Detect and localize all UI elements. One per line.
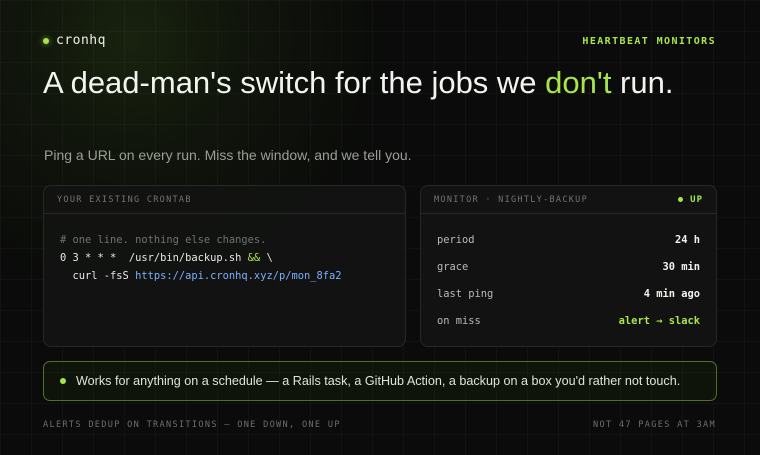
headline-text-start: A dead-man's switch for the jobs we [43,65,546,100]
crontab-card: YOUR EXISTING CRONTAB # one line. nothin… [43,185,406,347]
code-line-cron: 0 3 * * * /usr/bin/backup.sh && \ [60,249,389,267]
crontab-code-block: # one line. nothing else changes. 0 3 * *… [44,214,405,285]
footer-note-right: NOT 47 PAGES AT 3AM [592,420,716,430]
monitor-row-last-ping: last ping 4 min ago [437,280,700,307]
brand-dot-icon [43,37,49,44]
headline-text-end: run. [611,65,674,100]
crontab-card-title: YOUR EXISTING CRONTAB [57,194,192,205]
footer-note-left: ALERTS DEDUP ON TRANSITIONS — ONE DOWN, … [43,420,341,430]
brand[interactable]: cronhq [43,33,106,48]
monitor-row-grace: grace 30 min [437,253,700,280]
monitor-row-period: period 24 h [437,226,700,253]
monitor-value: alert → slack [618,314,700,327]
code-line-curl: curl -fsS https://api.cronhq.xyz/p/mon_8… [60,267,389,285]
monitor-key: last ping [437,287,494,300]
code-comment: # one line. nothing else changes. [60,234,267,246]
code-and-operator: && [247,252,261,264]
monitor-value: 30 min [662,260,700,273]
banner-dot-icon [60,378,66,384]
monitor-card: MONITOR · NIGHTLY-BACKUP UP period 24 h … [420,185,717,347]
monitor-key: on miss [437,314,481,327]
crontab-card-header: YOUR EXISTING CRONTAB [44,186,405,214]
hero-subline: Ping a URL on every run. Miss the window… [44,147,412,163]
info-banner: Works for anything on a schedule — a Rai… [43,361,717,401]
brand-name: cronhq [56,33,106,48]
monitor-key: period [437,233,475,246]
header-tag: HEARTBEAT MONITORS [582,36,716,47]
monitor-value: 24 h [674,233,700,246]
code-line-continuation: \ [260,252,273,264]
monitor-details: period 24 h grace 30 min last ping 4 min… [421,214,716,334]
ping-url-link[interactable]: https://api.cronhq.xyz/p/mon_8fa2 [135,270,341,282]
headline-accent: don't [545,65,612,100]
monitor-card-title: MONITOR · NIGHTLY-BACKUP [434,194,589,205]
monitor-row-on-miss: on miss alert → slack [437,307,700,334]
monitor-status-badge: UP [678,195,703,205]
monitor-card-header: MONITOR · NIGHTLY-BACKUP UP [421,186,716,214]
monitor-key: grace [437,260,469,273]
monitor-value: 4 min ago [643,287,700,300]
code-curl-command: curl -fsS [60,270,136,282]
code-cron-command: 0 3 * * * /usr/bin/backup.sh [60,252,248,264]
monitor-status-text: UP [690,194,703,205]
status-dot-icon [678,197,684,202]
banner-text: Works for anything on a schedule — a Rai… [76,374,681,388]
hero-headline: A dead-man's switch for the jobs we don'… [43,66,723,100]
